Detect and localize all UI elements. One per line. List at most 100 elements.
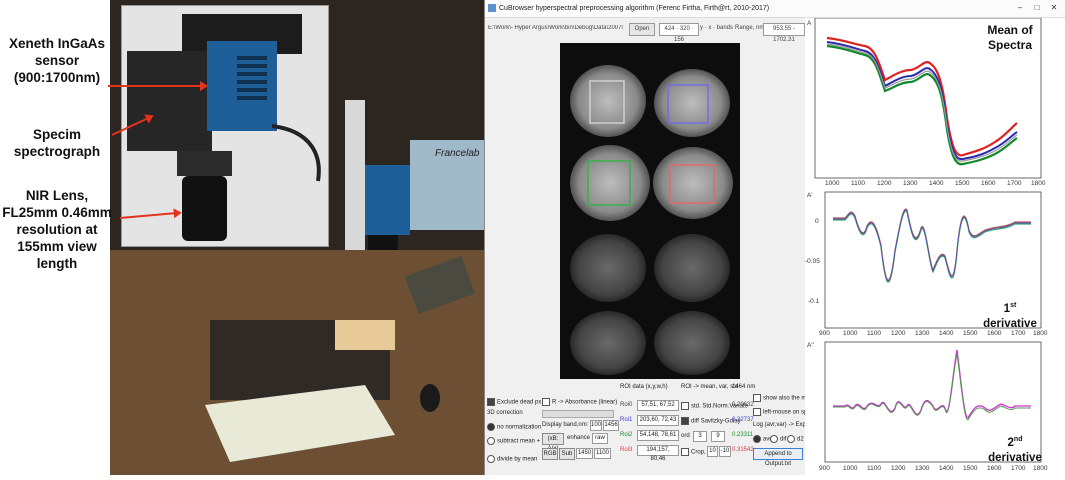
radio-d2[interactable]: d2	[787, 435, 804, 443]
exclude-dead-checkbox[interactable]: Exclude dead px	[487, 398, 541, 406]
sample-1	[654, 69, 730, 137]
roi1-value[interactable]: 203,60, 72,43	[637, 415, 679, 426]
band-1450-field[interactable]: 1450	[576, 448, 593, 459]
sample-2	[570, 145, 650, 221]
sample-3	[653, 147, 733, 219]
mean-xtick-0: 1000	[825, 180, 840, 187]
ord-label: ord	[681, 433, 690, 439]
radio-divide-mean[interactable]: divide by mean	[487, 455, 537, 463]
rgb-button[interactable]: RGB	[542, 448, 558, 460]
sample-4	[570, 234, 646, 302]
bands-field: 424 · 320 · 156	[659, 23, 699, 43]
absorbance-checkbox[interactable]: R -> Absorbance (linear)	[542, 398, 617, 406]
mean-xtick-3: 1300	[903, 180, 918, 187]
nir-lens	[182, 176, 227, 241]
d1-xtick-2: 1100	[867, 330, 881, 337]
ord-field[interactable]: 3	[693, 431, 707, 442]
close-button[interactable]: ✕	[1047, 2, 1061, 13]
d2-xtick-9: 1800	[1033, 465, 1048, 472]
toolbar: E:\Work\- Hyper Argus\Work\bin\Debug\Dat…	[485, 18, 805, 43]
spectra-plots: Mean of Spectra A 1000 1100 1200 1300 140…	[805, 17, 1065, 475]
roi-mean-header: ROI -> mean, var, std	[681, 384, 739, 390]
roi3-name: Roi3	[620, 447, 633, 453]
col-value-3: 0.31542	[732, 447, 754, 453]
sample-6	[570, 311, 646, 375]
plot-mean-ylabel: A	[807, 20, 812, 27]
radio-no-normalization[interactable]: no normalization	[487, 423, 541, 431]
plot-first-derivative[interactable]: 1st derivative A' 0 -0.05 -0.1 900 1000 1…	[805, 190, 1065, 340]
title-bar: CuBrowser hyperspectral preprocessing al…	[485, 0, 1065, 18]
label-spectrograph: Specim spectrograph	[13, 127, 101, 159]
d1-xtick-7: 1600	[987, 330, 1002, 337]
d2-xtick-7: 1600	[987, 465, 1002, 472]
d1-xtick-5: 1400	[939, 330, 954, 337]
display-band-label: Display band,nm:	[542, 422, 589, 428]
sub-button[interactable]: Sub	[559, 448, 575, 460]
col-value-0: 0.29632	[732, 402, 754, 408]
d2-xtick-6: 1500	[963, 465, 978, 472]
range-label: Range, nm:	[735, 25, 767, 31]
file-path: E:\Work\- Hyper Argus\Work\bin\Debug\Dat…	[488, 25, 623, 31]
display-band-field-1[interactable]: 100	[590, 420, 602, 431]
mean-xtick-7: 1700	[1007, 180, 1022, 187]
camera-illustration	[122, 6, 328, 246]
crop-field-2[interactable]: -10	[719, 446, 731, 457]
plot-second-derivative[interactable]: 2nd derivative A'' 900 1000 1100 1200 130…	[805, 340, 1065, 475]
roi0-value[interactable]: 57,51, 67,52	[637, 400, 679, 411]
plot-mean-spectra[interactable]: Mean of Spectra A 1000 1100 1200 1300 140…	[805, 17, 1065, 190]
rxb-button[interactable]: (xB: A(x)	[542, 433, 564, 452]
roi1-name: Roi1	[620, 417, 633, 423]
d2-xtick-8: 1700	[1011, 465, 1026, 472]
col-1464-header: 1464	[732, 384, 746, 390]
display-band-field-2[interactable]: 1456	[603, 420, 619, 431]
band-slider[interactable]	[542, 410, 614, 418]
minimize-button[interactable]: –	[1013, 2, 1027, 13]
col-value-1: 0.32737	[732, 417, 754, 423]
plot-d2-ylabel: A''	[807, 342, 814, 349]
sample-images	[570, 65, 733, 375]
cubrowser-window: CuBrowser hyperspectral preprocessing al…	[484, 0, 1065, 475]
sample-7	[654, 311, 730, 375]
enhance-label: enhance	[567, 435, 591, 441]
d2-xtick-1: 1000	[843, 465, 858, 472]
radio-subtract-mean[interactable]: subtract mean + 5	[487, 437, 545, 445]
d2-xtick-5: 1400	[939, 465, 954, 472]
d1-xtick-9: 1800	[1033, 330, 1048, 337]
append-output-button[interactable]: Append to Output.txt	[753, 448, 803, 467]
radio-avr[interactable]: avr	[753, 435, 771, 443]
sample-5	[654, 234, 730, 302]
crop-field-1[interactable]: 10	[707, 446, 718, 457]
roi0-name: Roi0	[620, 402, 633, 408]
image-viewer[interactable]	[560, 43, 740, 379]
mouse	[420, 384, 440, 412]
window-title: CuBrowser hyperspectral preprocessing al…	[499, 5, 770, 12]
band-1100-field[interactable]: 1100	[594, 448, 611, 459]
d1-xtick-0: 900	[819, 330, 830, 337]
raw-field[interactable]: raw	[592, 433, 608, 444]
open-button[interactable]: Open	[629, 23, 655, 36]
threed-correction-label: 3D correction	[487, 410, 523, 416]
d2-xtick-3: 1200	[891, 465, 906, 472]
d1-ytick-2: -0.1	[808, 298, 820, 305]
arrow-sensor	[108, 81, 208, 91]
maximize-button[interactable]: □	[1030, 2, 1044, 13]
d1-ytick-1: -0.05	[805, 258, 820, 265]
d2-xtick-2: 1100	[867, 465, 881, 472]
label-lens: NIR Lens, FL25mm 0.46mm resolution at 155mm…	[2, 188, 112, 271]
camera-closeup	[121, 5, 329, 247]
col-value-2: 0.23311	[732, 432, 754, 438]
radio-dif[interactable]: dif	[770, 435, 786, 443]
mean-xtick-8: 1800	[1031, 180, 1046, 187]
plot-mean-title: Mean of Spectra	[987, 23, 1033, 52]
window-field[interactable]: 9	[711, 431, 725, 442]
roi-header: ROI data (x,y,w,h)	[620, 384, 668, 390]
spectrograph-body	[127, 51, 212, 151]
mean-xtick-1: 1100	[851, 180, 865, 187]
roi3-value[interactable]: 194,157, 80,46	[637, 445, 679, 462]
roi2-value[interactable]: 54,148, 78,61	[637, 430, 679, 441]
bands-label: y · x · bands	[700, 25, 734, 31]
setup-photo: Francelab Xeneth InGaAs sensor (900:1700…	[0, 0, 484, 475]
col-1464-unit: nm	[747, 384, 756, 390]
range-field: 953.55 - 1702.31	[763, 23, 805, 43]
d2-xtick-4: 1300	[915, 465, 930, 472]
